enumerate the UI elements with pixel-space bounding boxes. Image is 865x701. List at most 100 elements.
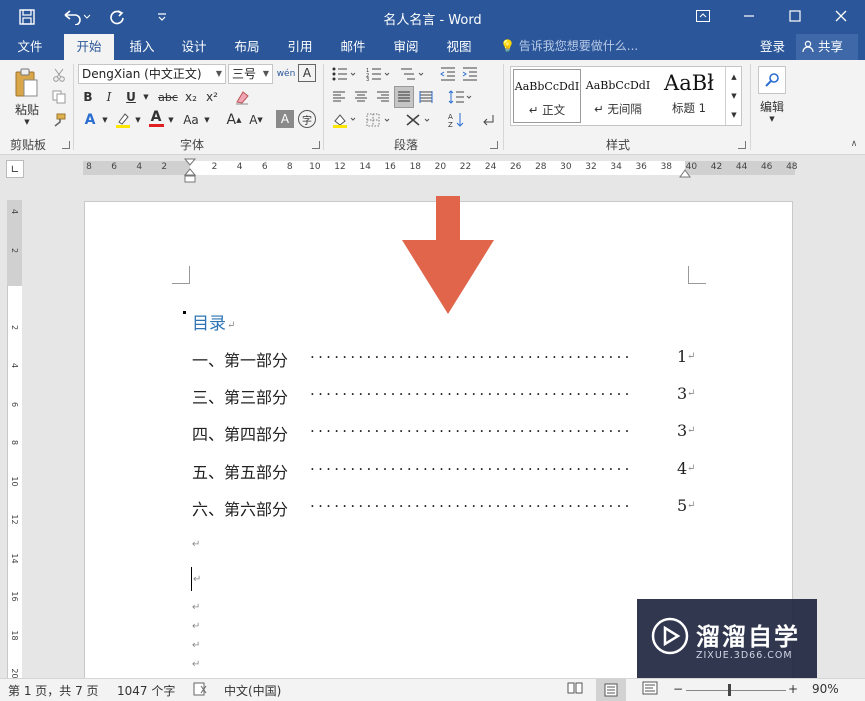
word-count[interactable]: 1047 个字 bbox=[117, 682, 175, 699]
shrink-font-button[interactable]: A ▼ bbox=[246, 110, 266, 130]
paste-icon[interactable] bbox=[12, 66, 40, 100]
line-spacing-icon[interactable] bbox=[446, 87, 474, 107]
text-effects-icon[interactable]: A bbox=[80, 110, 100, 130]
tab-view[interactable]: 视图 bbox=[437, 34, 481, 60]
tab-references[interactable]: 引用 bbox=[278, 34, 322, 60]
clear-formatting-icon[interactable] bbox=[232, 87, 252, 107]
multilevel-list-icon[interactable] bbox=[398, 64, 426, 84]
toc-entry[interactable]: 四、第四部分 .................................… bbox=[192, 418, 695, 444]
sort-icon[interactable]: AZ bbox=[446, 110, 466, 130]
tab-mailings[interactable]: 邮件 bbox=[331, 34, 375, 60]
toc-title[interactable]: 目录↵ bbox=[192, 309, 235, 334]
collapse-ribbon-icon[interactable]: ∧ bbox=[848, 138, 860, 150]
zoom-in-icon[interactable]: + bbox=[788, 682, 798, 696]
editing-dropdown-icon[interactable]: ▼ bbox=[766, 114, 778, 124]
align-left-icon[interactable] bbox=[330, 87, 348, 107]
tab-selector-icon[interactable]: ∟ bbox=[6, 160, 24, 178]
grow-font-button[interactable]: A ▲ bbox=[224, 110, 244, 130]
login-button[interactable]: 登录 bbox=[760, 34, 785, 60]
styles-launcher-icon[interactable] bbox=[738, 141, 746, 149]
tab-insert[interactable]: 插入 bbox=[120, 34, 164, 60]
change-case-button[interactable]: Aa bbox=[180, 110, 202, 130]
font-color-dropdown-icon[interactable]: ▼ bbox=[166, 110, 176, 130]
align-right-icon[interactable] bbox=[374, 87, 392, 107]
char-shading-button[interactable]: A bbox=[276, 110, 294, 128]
copy-icon[interactable] bbox=[50, 87, 68, 107]
font-launcher-icon[interactable] bbox=[312, 141, 320, 149]
highlight-icon[interactable] bbox=[113, 110, 133, 130]
right-indent-marker-icon[interactable] bbox=[679, 168, 691, 178]
strikethrough-button[interactable]: abc bbox=[157, 87, 179, 107]
ruler-number: 42 bbox=[710, 162, 723, 172]
bullets-icon[interactable] bbox=[330, 64, 358, 84]
zoom-level[interactable]: 90% bbox=[812, 682, 839, 696]
minimize-icon[interactable] bbox=[726, 2, 772, 30]
format-painter-icon[interactable] bbox=[50, 110, 68, 130]
increase-indent-icon[interactable] bbox=[460, 64, 480, 84]
web-layout-icon[interactable] bbox=[642, 681, 658, 698]
decrease-indent-icon[interactable] bbox=[438, 64, 458, 84]
ruler-number: 6 bbox=[10, 401, 19, 407]
text-effects-dropdown-icon[interactable]: ▼ bbox=[100, 110, 110, 130]
paragraph-launcher-icon[interactable] bbox=[490, 141, 498, 149]
down-arrow-icon bbox=[400, 196, 496, 316]
phonetic-guide-button[interactable]: wén bbox=[276, 64, 296, 84]
proofing-icon[interactable] bbox=[192, 681, 208, 700]
share-button[interactable]: 共享 bbox=[796, 34, 858, 60]
cut-icon[interactable] bbox=[50, 65, 68, 85]
maximize-icon[interactable] bbox=[772, 2, 818, 30]
indent-marker-icon[interactable] bbox=[183, 158, 197, 184]
show-marks-icon[interactable] bbox=[478, 110, 498, 130]
tab-review[interactable]: 审阅 bbox=[384, 34, 428, 60]
font-color-icon[interactable]: A bbox=[146, 108, 166, 128]
highlight-dropdown-icon[interactable]: ▼ bbox=[133, 110, 143, 130]
italic-button[interactable]: I bbox=[101, 87, 117, 107]
toc-entry[interactable]: 三、第三部分 .................................… bbox=[192, 381, 695, 407]
print-layout-icon[interactable] bbox=[596, 679, 626, 701]
justify-icon[interactable] bbox=[394, 86, 414, 108]
tab-file[interactable]: 文件 bbox=[8, 34, 52, 60]
tab-design[interactable]: 设计 bbox=[172, 34, 216, 60]
enclose-char-button[interactable]: 字 bbox=[298, 110, 316, 128]
underline-button[interactable]: U bbox=[123, 87, 139, 107]
toc-entry[interactable]: 一、第一部分 .................................… bbox=[192, 344, 695, 370]
toc-entry[interactable]: 五、第五部分 .................................… bbox=[192, 456, 695, 482]
styles-more-icon[interactable]: ▼ bbox=[726, 106, 742, 124]
font-size-select[interactable]: 三号 ▼ bbox=[228, 64, 273, 84]
paste-dropdown-icon[interactable]: ▼ bbox=[22, 118, 32, 126]
shading-icon[interactable] bbox=[330, 110, 358, 130]
change-case-dropdown-icon[interactable]: ▼ bbox=[202, 110, 212, 130]
bold-button[interactable]: B bbox=[80, 87, 96, 107]
tell-me-box[interactable]: 💡 告诉我您想要做什么... bbox=[500, 34, 638, 60]
superscript-button[interactable]: x² bbox=[203, 87, 221, 107]
styles-scroll-up-icon[interactable]: ▲ bbox=[726, 68, 742, 86]
page-count[interactable]: 第 1 页，共 7 页 bbox=[8, 682, 99, 699]
zoom-out-icon[interactable]: − bbox=[673, 682, 683, 696]
underline-dropdown-icon[interactable]: ▼ bbox=[141, 87, 151, 107]
tab-home[interactable]: 开始 bbox=[64, 34, 114, 60]
distributed-icon[interactable] bbox=[417, 87, 435, 107]
close-icon[interactable] bbox=[818, 2, 864, 30]
editing-button[interactable]: 编辑 bbox=[754, 96, 790, 116]
subscript-button[interactable]: x₂ bbox=[182, 87, 200, 107]
language[interactable]: 中文(中国) bbox=[224, 682, 281, 699]
styles-scroll-down-icon[interactable]: ▼ bbox=[726, 87, 742, 105]
chinese-layout-icon[interactable] bbox=[404, 110, 432, 130]
ribbon-display-icon[interactable] bbox=[680, 2, 726, 30]
borders-icon[interactable] bbox=[364, 110, 392, 130]
font-name-select[interactable]: DengXian (中文正文) ▼ bbox=[78, 64, 226, 84]
search-icon[interactable] bbox=[758, 66, 786, 94]
clipboard-launcher-icon[interactable] bbox=[62, 141, 70, 149]
style-no-spacing[interactable]: AaBbCcDdI ↵ 无间隔 bbox=[583, 69, 653, 123]
paste-button[interactable]: 粘贴 bbox=[8, 99, 46, 119]
zoom-slider[interactable] bbox=[686, 690, 786, 691]
align-center-icon[interactable] bbox=[352, 87, 370, 107]
style-heading-1[interactable]: AaBł 标题 1 bbox=[655, 69, 723, 123]
char-border-button[interactable]: A bbox=[298, 64, 316, 82]
zoom-thumb[interactable] bbox=[728, 684, 731, 696]
read-mode-icon[interactable] bbox=[567, 681, 583, 698]
style-normal[interactable]: AaBbCcDdI ↵ 正文 bbox=[513, 69, 581, 123]
numbering-icon[interactable]: 123 bbox=[364, 64, 392, 84]
toc-entry[interactable]: 六、第六部分 .................................… bbox=[192, 493, 695, 519]
tab-layout[interactable]: 布局 bbox=[225, 34, 269, 60]
